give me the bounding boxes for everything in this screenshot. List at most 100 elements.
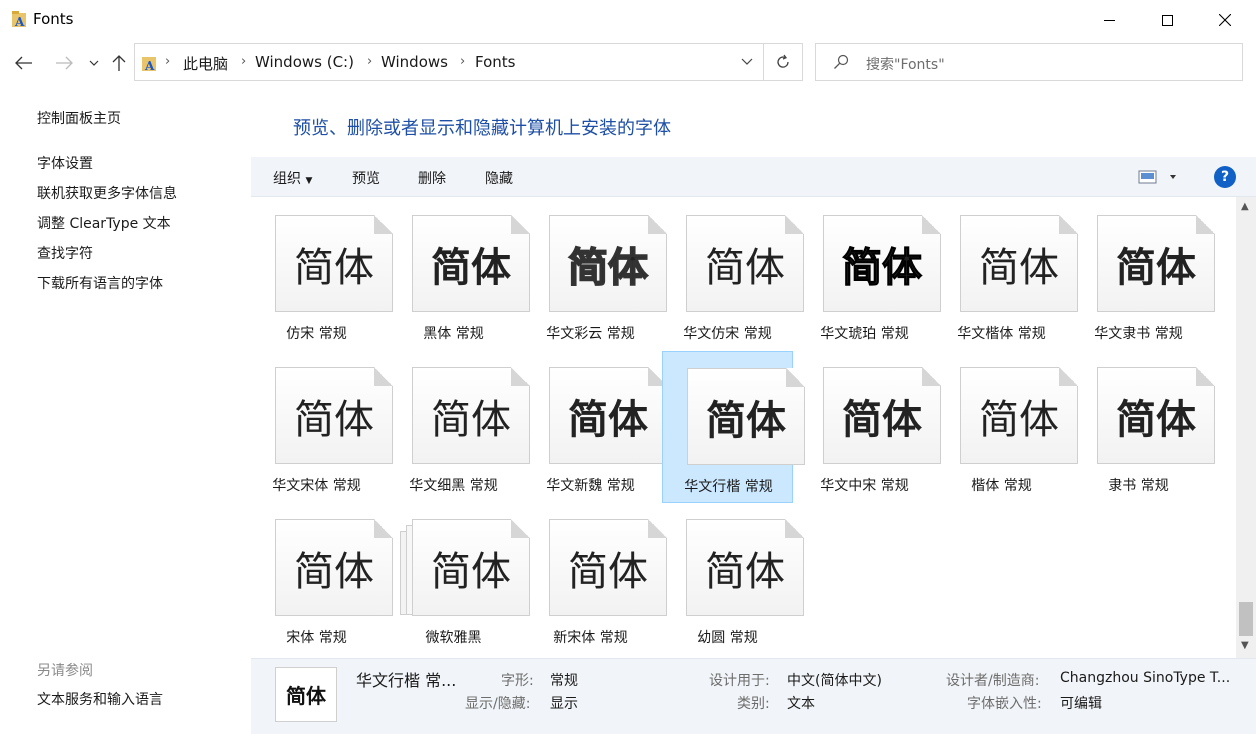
font-tile[interactable]: 简体 华文琥珀 常规 [799, 199, 941, 351]
control-panel-home-link[interactable]: 控制面板主页 [37, 108, 121, 128]
font-label: 华文中宋 常规 [820, 478, 909, 494]
navigation-bar: A › 此电脑 › Windows (C:) › Windows › Fonts… [0, 40, 1256, 86]
hide-button[interactable]: 隐藏 [485, 168, 513, 188]
back-button[interactable] [12, 51, 36, 75]
designer-value: Changzhou SinoType T... [1060, 670, 1231, 686]
chevron-right-icon: › [460, 54, 466, 69]
change-view-button[interactable] [1138, 170, 1180, 188]
font-tile[interactable]: 简体 微软雅黑 [388, 503, 530, 655]
selected-font-name: 华文行楷 常... [356, 671, 457, 690]
close-button[interactable] [1196, 0, 1254, 40]
show-hide-value: 显示 [550, 696, 578, 712]
vertical-scrollbar[interactable]: ▲ ▼ [1236, 197, 1256, 658]
arrow-left-icon [15, 56, 32, 70]
refresh-button[interactable] [763, 43, 803, 81]
font-label: 仿宋 常规 [286, 326, 347, 342]
font-tile[interactable]: 简体 华文行楷 常规 [662, 351, 805, 503]
organize-button[interactable]: 组织 ▼ [273, 168, 312, 188]
font-label: 黑体 常规 [423, 326, 484, 342]
font-label: 华文彩云 常规 [546, 326, 635, 342]
font-label: 新宋体 常规 [553, 630, 628, 646]
find-character-link[interactable]: 查找字符 [37, 243, 93, 263]
breadcrumb-drive-c[interactable]: Windows (C:) [255, 53, 354, 71]
font-sample-glyph: 简体 [567, 244, 649, 292]
breadcrumb-this-pc[interactable]: 此电脑 [183, 53, 228, 74]
window-title: Fonts [33, 10, 74, 28]
font-tile[interactable]: 简体隶书 常规 [1073, 351, 1215, 503]
font-preview: 简体 [1097, 215, 1215, 312]
font-sample-glyph: 简体 [842, 396, 922, 443]
text-services-link[interactable]: 文本服务和输入语言 [37, 689, 163, 709]
font-sample-glyph: 简体 [705, 244, 785, 291]
designed-for-key: 设计用于: [709, 673, 770, 689]
search-box[interactable]: 搜索"Fonts" [815, 43, 1243, 81]
font-label: 楷体 常规 [971, 478, 1032, 494]
font-tile[interactable]: 简体 华文细黑 常规 [388, 351, 530, 503]
font-tile[interactable]: 简体 幼圆 常规 [662, 503, 804, 655]
font-preview: 简体 [549, 367, 667, 464]
font-tile[interactable]: 简体楷体 常规 [936, 351, 1078, 503]
breadcrumb-fonts[interactable]: Fonts [475, 53, 515, 71]
forward-button[interactable] [52, 51, 76, 75]
recent-locations-button[interactable] [82, 51, 106, 75]
font-sample-glyph: 简体 [1116, 396, 1196, 443]
font-sample-glyph: 简体 [568, 548, 648, 595]
minimize-icon [1103, 19, 1115, 21]
delete-button[interactable]: 删除 [418, 168, 446, 188]
font-preview: 简体 [960, 367, 1078, 464]
font-tile[interactable]: 简体 宋体 常规 [251, 503, 393, 655]
font-tile[interactable]: 简体华文中宋 常规 [799, 351, 941, 503]
help-button[interactable]: ? [1214, 166, 1236, 188]
font-label: 隶书 常规 [1108, 478, 1169, 494]
font-tile[interactable]: 简体新宋体 常规 [525, 503, 667, 655]
font-tile[interactable]: 简体黑体 常规 [388, 199, 530, 351]
font-preview: 简体 [686, 215, 804, 312]
font-sample-glyph: 简体 [842, 244, 923, 291]
command-toolbar: 组织 ▼ 预览 删除 隐藏 ? [251, 157, 1256, 197]
embeddability-key: 字体嵌入性: [967, 696, 1042, 712]
scrollbar-thumb[interactable] [1239, 602, 1253, 636]
font-tile[interactable]: 简体 仿宋 常规 [251, 199, 393, 351]
up-button[interactable] [107, 51, 131, 75]
font-sample-glyph: 简体 [979, 396, 1059, 443]
font-sample-glyph: 简体 [568, 396, 648, 443]
font-preview: 简体 [549, 215, 667, 312]
font-label: 华文宋体 常规 [272, 478, 361, 494]
font-label: 华文楷体 常规 [957, 326, 1046, 342]
font-tile[interactable]: 简体 华文宋体 常规 [251, 351, 393, 503]
font-label: 华文行楷 常规 [684, 479, 773, 495]
arrow-up-icon [112, 55, 126, 71]
font-sample-glyph: 简体 [431, 244, 511, 291]
font-tile[interactable]: 简体华文楷体 常规 [936, 199, 1078, 351]
address-bar[interactable]: A › 此电脑 › Windows (C:) › Windows › Fonts [134, 43, 764, 81]
font-tile[interactable]: 简体 华文隶书 常规 [1073, 199, 1215, 351]
font-settings-link[interactable]: 字体设置 [37, 153, 93, 173]
font-preview: 简体 [412, 215, 530, 312]
details-pane: 简体 华文行楷 常... 字形: 常规 显示/隐藏: 显示 设计用于: 中文(简… [251, 658, 1256, 734]
breadcrumb-windows[interactable]: Windows [381, 53, 448, 71]
font-sample-glyph: 简体 [979, 244, 1059, 291]
font-tile[interactable]: 简体华文彩云 常规 [525, 199, 667, 351]
show-hide-key: 显示/隐藏: [465, 696, 531, 712]
font-tile[interactable]: 简体 华文新魏 常规 [525, 351, 667, 503]
font-preview: 简体 [823, 215, 941, 312]
chevron-down-icon[interactable] [741, 58, 753, 65]
search-placeholder[interactable]: 搜索"Fonts" [866, 54, 945, 74]
font-sample-glyph: 简体 [294, 548, 374, 595]
designer-key: 设计者/制造商: [946, 673, 1040, 689]
download-all-fonts-link[interactable]: 下载所有语言的字体 [37, 273, 163, 293]
get-more-fonts-link[interactable]: 联机获取更多字体信息 [37, 183, 177, 203]
font-tile[interactable]: 简体 华文仿宋 常规 [662, 199, 804, 351]
font-preview: 简体 [1097, 367, 1215, 464]
maximize-button[interactable] [1138, 0, 1196, 40]
scroll-down-icon[interactable]: ▼ [1241, 640, 1249, 651]
category-key: 类别: [737, 696, 770, 712]
preview-button[interactable]: 预览 [352, 168, 380, 188]
page-heading: 预览、删除或者显示和隐藏计算机上安装的字体 [293, 118, 671, 139]
organize-label: 组织 [273, 171, 301, 187]
arrow-right-icon [56, 56, 73, 70]
minimize-button[interactable] [1080, 0, 1138, 40]
scroll-up-icon[interactable]: ▲ [1241, 201, 1249, 212]
chevron-right-icon: › [165, 54, 171, 69]
adjust-cleartype-link[interactable]: 调整 ClearType 文本 [37, 213, 171, 233]
